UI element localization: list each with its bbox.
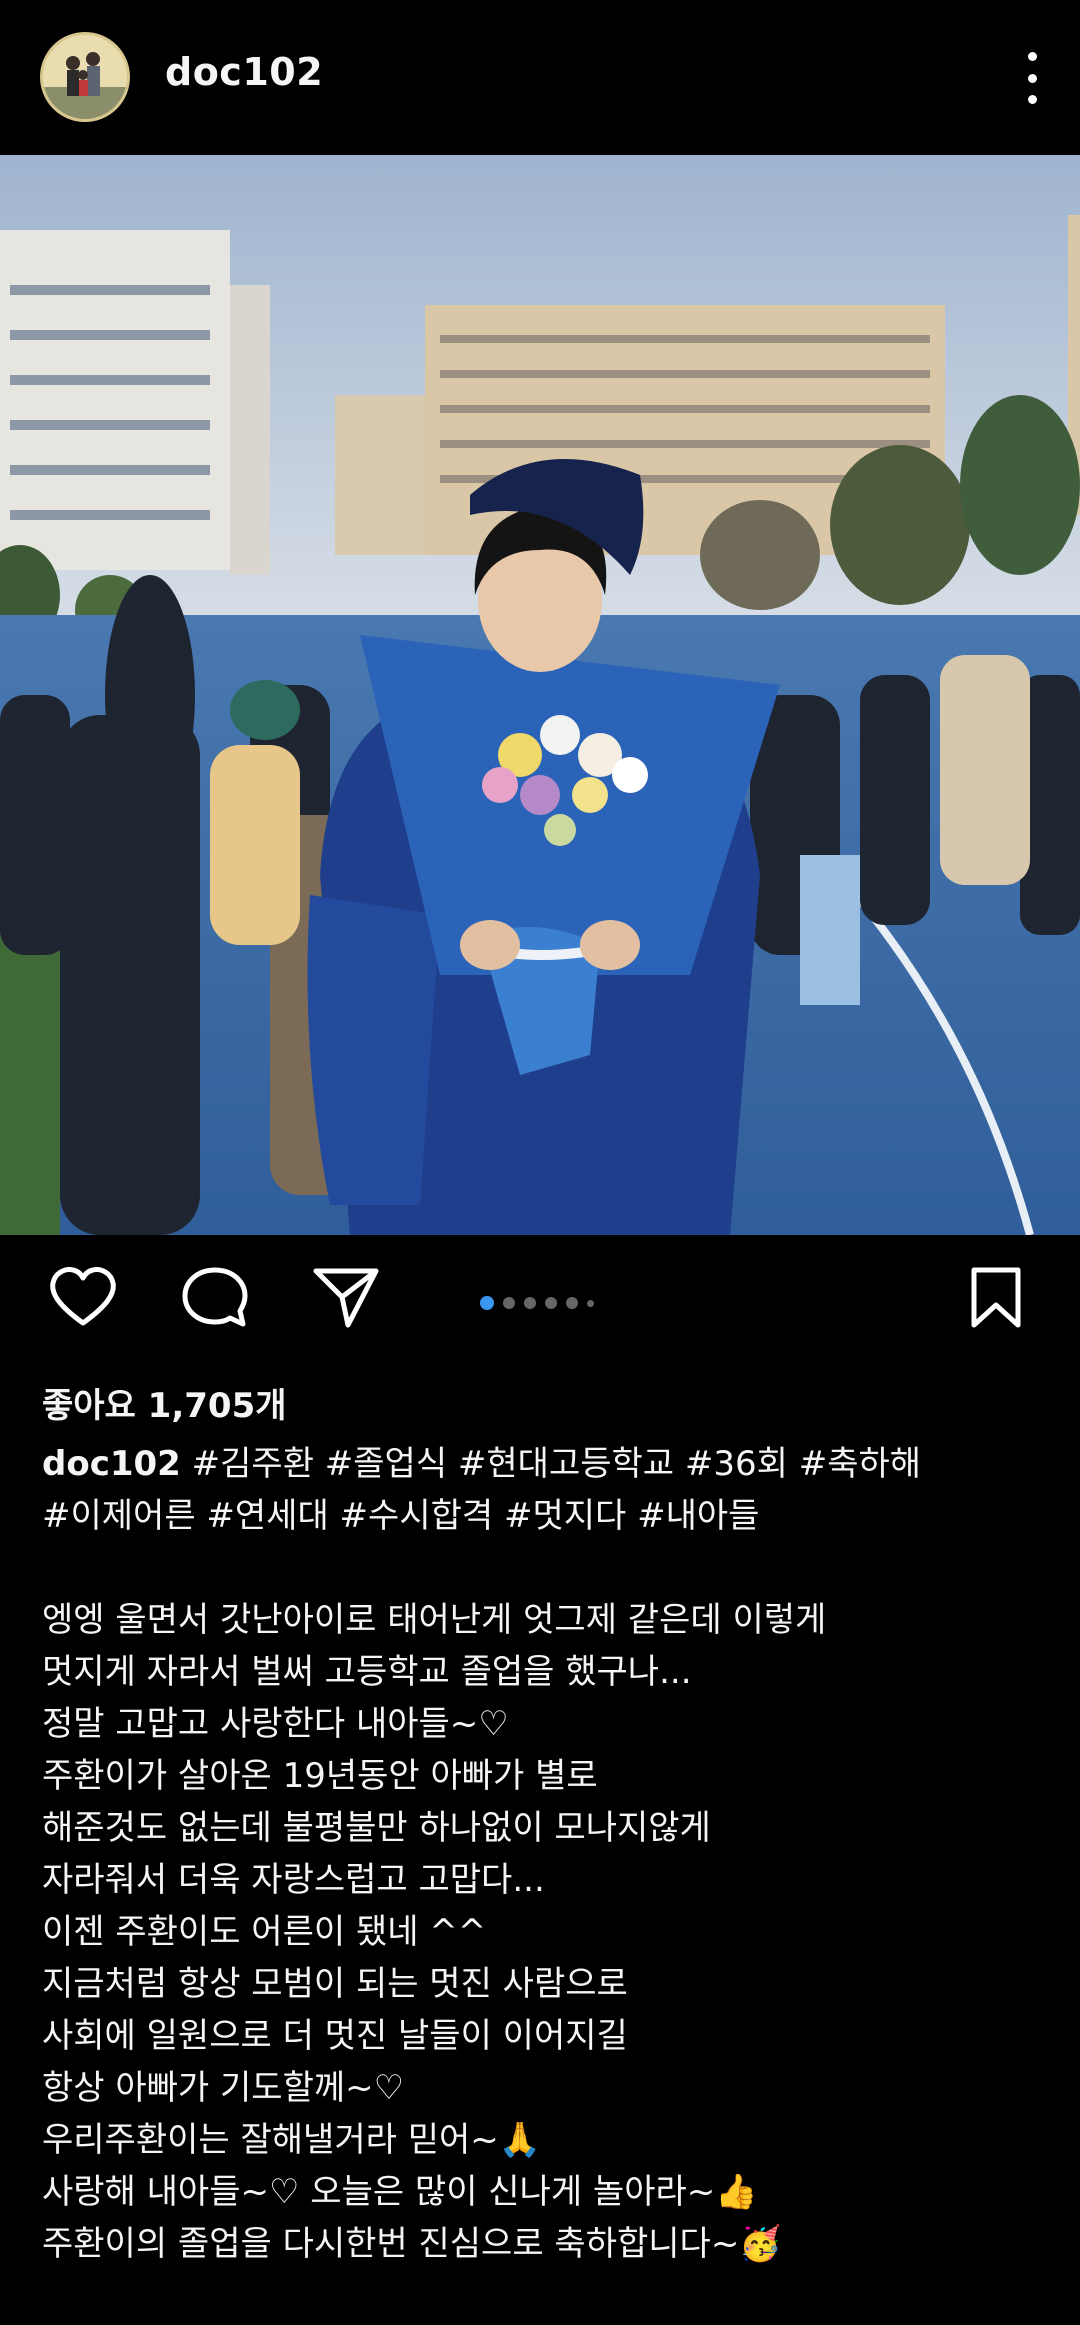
carousel-dot	[545, 1297, 557, 1309]
caption-line: 해준것도 없는데 불평불만 하나없이 모나지않게	[42, 1808, 711, 1848]
caption-username[interactable]: doc102	[42, 1444, 181, 1484]
caption-line: 사랑해 내아들~♡ 오늘은 많이 신나게 놀아라~👍	[42, 2172, 758, 2212]
share-icon[interactable]	[312, 1265, 382, 1333]
post-caption: doc102 #김주환 #졸업식 #현대고등학교 #36회 #축하해 #이제어른…	[42, 1438, 1042, 2270]
likes-count[interactable]: 좋아요 1,705개	[42, 1378, 287, 1427]
caption-line: 사회에 일원으로 더 멋진 날들이 이어지길	[42, 2016, 628, 2056]
carousel-indicator	[480, 1296, 594, 1310]
caption-line: 자라줘서 더욱 자랑스럽고 고맙다...	[42, 1860, 545, 1900]
caption-line: 항상 아빠가 기도할께~♡	[42, 2068, 405, 2108]
caption-line: 주환이의 졸업을 다시한번 진심으로 축하합니다~🥳	[42, 2224, 782, 2264]
caption-line: 지금처럼 항상 모범이 되는 멋진 사람으로	[42, 1964, 628, 2004]
carousel-dot	[524, 1297, 536, 1309]
avatar[interactable]	[40, 32, 130, 122]
caption-line: 주환이가 살아온 19년동안 아빠가 별로	[42, 1756, 598, 1796]
bookmark-icon[interactable]	[966, 1265, 1026, 1333]
caption-line: 이젠 주환이도 어른이 됐네 ^^	[42, 1912, 487, 1952]
carousel-dot	[566, 1297, 578, 1309]
heart-icon[interactable]	[48, 1265, 118, 1333]
caption-line: 우리주환이는 잘해낼거라 믿어~🙏	[42, 2120, 542, 2160]
caption-line: 멋지게 자라서 벌써 고등학교 졸업을 했구나...	[42, 1652, 692, 1692]
more-icon[interactable]	[1024, 52, 1040, 104]
header-username[interactable]: doc102	[165, 50, 323, 94]
carousel-dot	[503, 1297, 515, 1309]
carousel-dot	[587, 1299, 594, 1307]
hashtags-line-1[interactable]: #김주환 #졸업식 #현대고등학교 #36회 #축하해	[192, 1444, 921, 1484]
post-header: doc102	[0, 0, 1080, 155]
caption-line: 정말 고맙고 사랑한다 내아들~♡	[42, 1704, 509, 1744]
caption-line: 엥엥 울면서 갓난아이로 태어난게 엇그제 같은데 이렇게	[42, 1600, 827, 1640]
carousel-dot-active	[480, 1296, 494, 1310]
comment-icon[interactable]	[180, 1265, 250, 1333]
caption-body: 엥엥 울면서 갓난아이로 태어난게 엇그제 같은데 이렇게 멋지게 자라서 벌써…	[42, 1594, 1042, 2270]
hashtags-line-2[interactable]: #이제어른 #연세대 #수시합격 #멋지다 #내아들	[42, 1490, 1042, 1542]
post-photo[interactable]	[0, 155, 1080, 1235]
